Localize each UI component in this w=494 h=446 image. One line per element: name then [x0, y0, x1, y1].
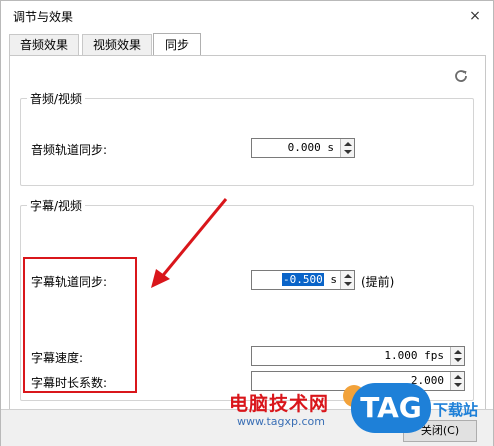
audio-track-sync-value: 0.000 s [287, 141, 334, 154]
subtitle-sync-stepper[interactable] [340, 271, 354, 289]
audio-sync-stepper[interactable] [340, 139, 354, 157]
subtitle-duration-stepper[interactable] [450, 372, 464, 390]
tab-sync[interactable]: 同步 [153, 33, 201, 56]
decrement-icon[interactable] [454, 383, 462, 387]
subtitle-speed-spinbox[interactable]: 1.000 fps [251, 346, 465, 366]
window-title: 调节与效果 [13, 10, 74, 24]
subtitle-track-sync-spinbox[interactable]: -0.500 s [251, 270, 355, 290]
subtitle-track-sync-value: -0.500 [282, 273, 324, 286]
audio-video-group: 音频/视频 音频轨道同步: 0.000 s [20, 90, 474, 186]
adjustments-effects-dialog: 调节与效果 × 音频效果 视频效果 同步 音频/视频 音频轨道同步: 0.000… [0, 0, 494, 446]
decrement-icon[interactable] [344, 282, 352, 286]
tab-audio-effects[interactable]: 音频效果 [9, 34, 79, 56]
subtitle-speed-stepper[interactable] [450, 347, 464, 365]
highlight-box [23, 257, 137, 393]
decrement-icon[interactable] [454, 358, 462, 362]
close-icon[interactable]: × [467, 8, 483, 24]
refresh-icon[interactable] [453, 68, 469, 84]
increment-icon[interactable] [454, 375, 462, 379]
audio-track-sync-label: 音频轨道同步: [31, 143, 108, 157]
increment-icon[interactable] [454, 350, 462, 354]
increment-icon[interactable] [344, 142, 352, 146]
increment-icon[interactable] [344, 274, 352, 278]
subtitle-speed-value: 1.000 fps [384, 349, 444, 362]
watermark-url: www.tagxp.com [237, 415, 325, 428]
watermark-tail: 下载站 [433, 401, 479, 419]
annotation-arrow-icon [151, 198, 228, 288]
subtitle-track-sync-unit: s [330, 273, 337, 286]
watermark-tag-logo: TAG [351, 383, 431, 433]
title-bar: 调节与效果 × [1, 1, 493, 31]
decrement-icon[interactable] [344, 150, 352, 154]
subtitle-track-sync-note: (提前) [361, 275, 395, 289]
subtitle-video-legend: 字幕/视频 [27, 197, 86, 214]
tab-video-effects[interactable]: 视频效果 [82, 34, 152, 56]
audio-video-legend: 音频/视频 [27, 90, 86, 107]
audio-track-sync-spinbox[interactable]: 0.000 s [251, 138, 355, 158]
watermark-site-name: 电脑技术网 [229, 393, 330, 415]
